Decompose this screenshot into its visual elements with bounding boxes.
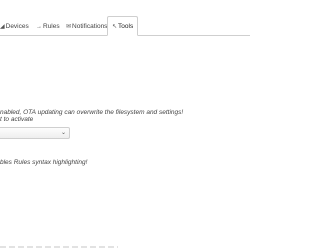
tab-tools[interactable]: ↖Tools xyxy=(107,16,139,36)
notifications-icon: ✉ xyxy=(66,24,72,30)
tab-notifications-label: Notifications xyxy=(72,23,108,30)
syntax-highlighting-note: bles Rules syntax highlighting! xyxy=(0,159,88,166)
tab-notifications[interactable]: ✉Notifications xyxy=(66,18,107,35)
tab-tools-label: Tools xyxy=(118,23,134,30)
tab-rules-label: Rules xyxy=(43,23,60,30)
settings-select[interactable]: ⌄ xyxy=(0,127,70,139)
cut-off-footer-text xyxy=(0,245,120,250)
tab-devices-label: Devices xyxy=(5,23,29,30)
tools-icon: ↖ xyxy=(112,24,118,30)
ota-activate-note: t to activate xyxy=(0,116,34,123)
faint-text-fragment xyxy=(0,246,118,248)
devices-icon: ◢ xyxy=(0,24,5,30)
chevron-down-icon: ⌄ xyxy=(60,130,66,136)
tab-rules[interactable]: →Rules xyxy=(36,18,60,35)
rules-icon: → xyxy=(36,24,42,30)
top-nav: ◢Devices →Rules ✉Notifications ↖Tools xyxy=(0,16,250,36)
tab-devices[interactable]: ◢Devices xyxy=(0,18,29,35)
ota-warning-note: nabled, OTA updating can overwrite the f… xyxy=(0,109,184,116)
